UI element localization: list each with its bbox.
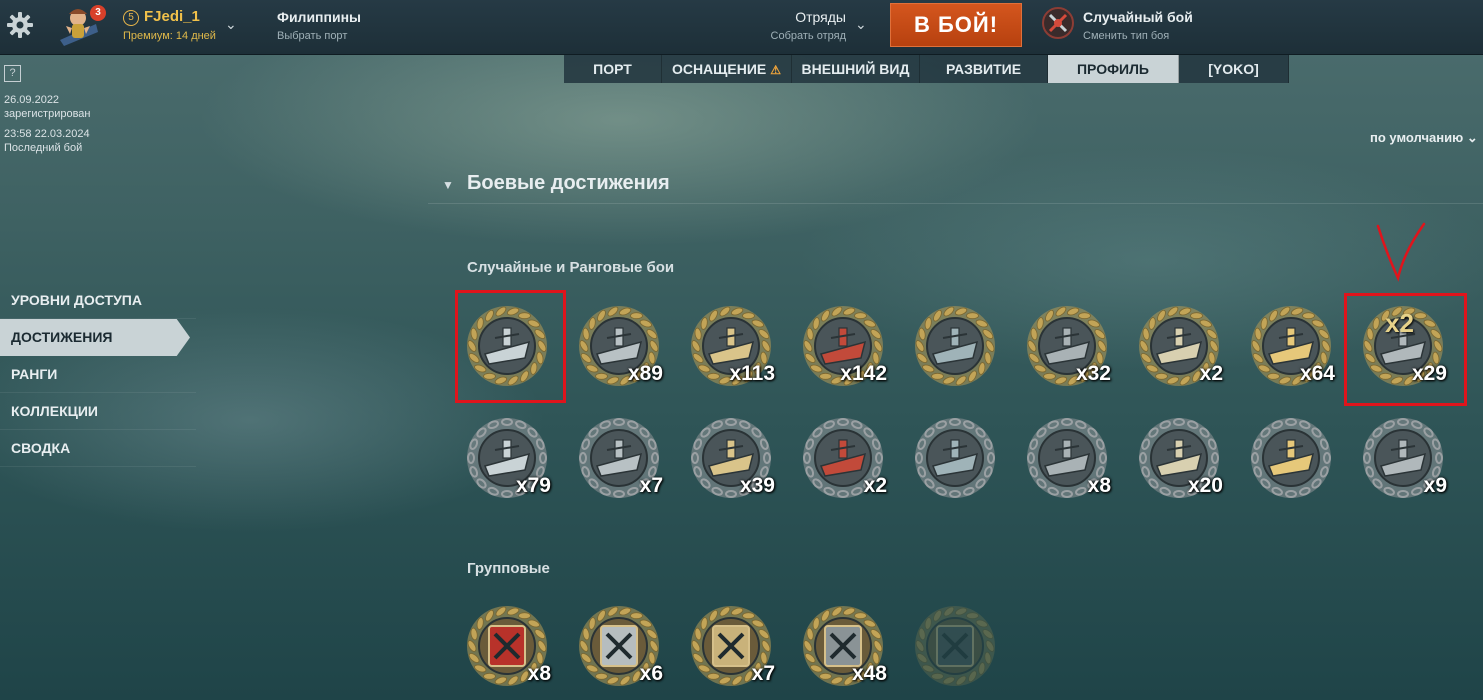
- achievement-count: x113: [729, 362, 775, 385]
- squads-title[interactable]: Отряды: [770, 9, 846, 25]
- warning-icon: ⚠: [770, 63, 782, 77]
- achievement-count: x7: [751, 662, 775, 685]
- notification-badge: 3: [90, 5, 106, 21]
- tab-label: ОСНАЩЕНИЕ: [671, 61, 767, 77]
- port-selector-title[interactable]: Филиппины: [277, 9, 361, 25]
- sort-label: по умолчанию: [1370, 130, 1464, 145]
- trident-shield-icon[interactable]: x48: [801, 604, 887, 688]
- achievement-count: x48: [851, 662, 887, 685]
- kraken-octopus-icon[interactable]: x89: [577, 304, 663, 388]
- sail-bow-chain-icon[interactable]: [1249, 416, 1333, 500]
- last-battle-time: 23:58 22.03.2024: [4, 128, 90, 140]
- side-menu-ranks[interactable]: РАНГИ: [0, 356, 196, 393]
- help-button[interactable]: ?: [4, 65, 21, 82]
- wave-ship-laurel-icon[interactable]: [913, 304, 997, 388]
- achievement-count: x2: [863, 474, 887, 497]
- registered-label: зарегистрирован: [4, 108, 91, 120]
- trident-red-laurel-icon[interactable]: x142: [801, 304, 887, 388]
- main-tabs: ПОРТ ОСНАЩЕНИЕ ⚠ ВНЕШНИЙ ВИД РАЗВИТИЕ ПРО…: [564, 55, 1289, 83]
- locked-kraken-icon[interactable]: [913, 604, 997, 688]
- achievement-count: x8: [527, 662, 551, 685]
- side-menu-summary[interactable]: СВОДКА: [0, 430, 196, 467]
- achievement-count: x8: [1087, 474, 1111, 497]
- profile-side-menu: УРОВНИ ДОСТУПА ДОСТИЖЕНИЯ РАНГИ КОЛЛЕКЦИ…: [0, 282, 196, 467]
- top-bar: 3 5 FJedi_1 Премиум: 14 дней ⌄ Филиппины…: [0, 0, 1483, 55]
- username[interactable]: FJedi_1: [144, 8, 200, 25]
- chevron-down-icon[interactable]: ⌄: [225, 16, 237, 33]
- wave-ship-chain-icon[interactable]: [913, 416, 997, 500]
- squads-subtitle[interactable]: Собрать отряд: [760, 30, 846, 42]
- highlight-box: [1344, 293, 1467, 406]
- tab-appearance[interactable]: ВНЕШНИЙ ВИД: [792, 55, 920, 83]
- section-title: Боевые достижения: [467, 172, 670, 194]
- random-battle-icon[interactable]: [1042, 7, 1074, 39]
- tab-clan[interactable]: [YOKO]: [1179, 55, 1289, 83]
- achievement-count: x64: [1299, 362, 1335, 385]
- carrier-explosion-icon[interactable]: x64: [1249, 304, 1335, 388]
- achievement-count: x7: [639, 474, 663, 497]
- battle-mode-subtitle[interactable]: Сменить тип боя: [1083, 30, 1169, 42]
- flame-anchor-chain-icon[interactable]: x8: [1025, 416, 1111, 500]
- team-battles-title: Групповые: [467, 560, 550, 577]
- achievement-count: x39: [739, 474, 775, 497]
- achievement-count: x79: [515, 474, 551, 497]
- explosion-chain-icon[interactable]: x9: [1361, 416, 1447, 500]
- tab-label: [YOKO]: [1208, 61, 1259, 77]
- fortress-sword-icon[interactable]: x6: [577, 604, 663, 688]
- tab-port[interactable]: ПОРТ: [564, 55, 662, 83]
- aa-gun-chain-icon[interactable]: x7: [577, 416, 663, 500]
- last-battle-label: Последний бой: [4, 142, 83, 154]
- random-battles-title: Случайные и Ранговые бои: [467, 259, 675, 276]
- burning-ship-chain-icon[interactable]: x2: [801, 416, 887, 500]
- premium-status: Премиум: 14 дней: [123, 30, 216, 42]
- highlight-box: [455, 290, 566, 403]
- tab-label: РАЗВИТИЕ: [945, 61, 1022, 77]
- tab-equipment[interactable]: ОСНАЩЕНИЕ ⚠: [662, 55, 792, 83]
- battle-button[interactable]: В БОЙ!: [890, 3, 1022, 47]
- chevron-down-icon[interactable]: ⌄: [855, 16, 867, 33]
- binoculars-laurel-icon[interactable]: x2: [1137, 304, 1223, 388]
- battleship-laurel-icon[interactable]: x32: [1025, 304, 1111, 388]
- registered-date: 26.09.2022: [4, 94, 60, 106]
- torpedo-laurel-icon[interactable]: x113: [689, 304, 775, 388]
- tab-development[interactable]: РАЗВИТИЕ: [920, 55, 1048, 83]
- side-menu-access-levels[interactable]: УРОВНИ ДОСТУПА: [0, 282, 196, 319]
- settings-gear-icon[interactable]: [6, 11, 34, 39]
- sort-dropdown[interactable]: по умолчанию ⌄: [1370, 130, 1478, 146]
- account-level-badge: 5: [123, 10, 139, 26]
- gold-anchor-chain-icon[interactable]: x20: [1137, 416, 1223, 500]
- battle-mode-title[interactable]: Случайный бой: [1083, 9, 1193, 25]
- port-selector-subtitle[interactable]: Выбрать порт: [277, 30, 347, 42]
- achievement-count: x9: [1423, 474, 1447, 497]
- tab-profile[interactable]: ПРОФИЛЬ: [1048, 55, 1179, 83]
- achievement-count: x2: [1199, 362, 1223, 385]
- section-divider: [428, 203, 1483, 204]
- tab-label: ПРОФИЛЬ: [1076, 61, 1149, 77]
- hourglass-chain-icon[interactable]: x79: [465, 416, 551, 500]
- check-mark-annotation: [1376, 222, 1426, 282]
- side-menu-collections[interactable]: КОЛЛЕКЦИИ: [0, 393, 196, 430]
- collapse-caret-icon[interactable]: ▼: [442, 178, 454, 192]
- red-shield-arrow-icon[interactable]: x8: [465, 604, 551, 688]
- achievement-count: x32: [1075, 362, 1111, 385]
- achievement-count: x89: [627, 362, 663, 385]
- achievement-count: x142: [840, 362, 887, 385]
- tab-label: ПОРТ: [593, 61, 632, 77]
- achievement-count: x6: [639, 662, 663, 685]
- achievement-count: x20: [1187, 474, 1223, 497]
- fist-lightning-icon[interactable]: x7: [689, 604, 775, 688]
- tab-label: ВНЕШНИЙ ВИД: [801, 61, 910, 77]
- side-menu-achievements[interactable]: ДОСТИЖЕНИЯ: [0, 319, 190, 356]
- turret-fire-chain-icon[interactable]: x39: [689, 416, 775, 500]
- chevron-down-icon: ⌄: [1466, 130, 1478, 145]
